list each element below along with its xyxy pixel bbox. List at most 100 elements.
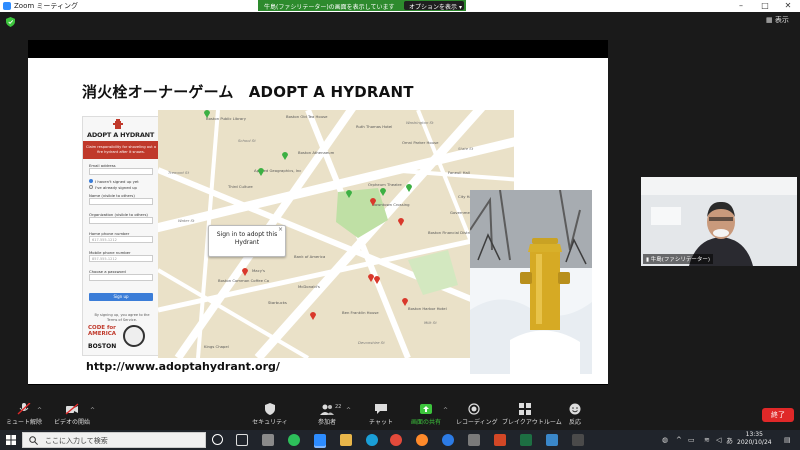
calculator-icon[interactable] [262,434,274,446]
hydrant-pin-adopted[interactable] [380,188,386,196]
notification-icon[interactable]: ▤ [784,436,791,444]
hydrant-pin-available[interactable] [370,198,376,206]
chevron-up-icon[interactable]: ^ [346,407,351,414]
radio-existing-user[interactable] [89,185,93,189]
map-label: Macy's [252,268,265,273]
hydrant-pin-adopted[interactable] [204,110,210,118]
app-icon[interactable] [572,434,584,446]
screen-share-banner: 牛島(ファシリテーター)の画面を表示しています オプションを表示 ▾ [258,0,466,11]
end-meeting-button[interactable]: 終了 [762,408,794,422]
view-options-button[interactable]: オプションを表示 ▾ [404,1,464,11]
taskbar-search[interactable]: ここに入力して検索 [22,432,206,448]
mobile-phone-field[interactable]: 857-555-1212 [89,255,153,262]
chevron-up-icon[interactable]: ^ [37,407,42,414]
chevron-up-icon[interactable]: ^ [443,407,448,414]
task-view-icon[interactable] [236,434,248,446]
map-label: Boston Financial District [428,230,474,235]
cortana-icon[interactable] [212,434,223,445]
ime-indicator[interactable]: あ [726,436,733,446]
password-field[interactable] [89,274,153,281]
network-icon[interactable]: ▭ [688,436,695,444]
map-label: Bank of America [294,254,326,259]
adopt-a-hydrant-logo: ADOPT A HYDRANT [87,131,155,139]
signal-icon: ▮ [646,257,650,263]
breakout-rooms-icon [519,403,531,415]
reactions-button[interactable]: 反応 [562,403,588,426]
person-icon[interactable]: ◍ [662,436,668,444]
hydrant-map[interactable]: Boston Public Library Boston Old Tea Hou… [158,110,522,358]
hydrant-pin-adopted[interactable] [406,184,412,192]
radio-new-user[interactable] [89,179,93,183]
windows-taskbar: ここに入力して検索 ◍ ^ ▭ ≋ ◁ あ 13:35 2020/10/24 ▤ [0,430,800,450]
edge-icon[interactable] [442,434,454,446]
code-for-america-logo: CODE for AMERICA [88,325,117,337]
map-label: Orpheum Theatre [368,182,402,187]
hydrant-illustration [470,190,592,374]
share-screen-icon [420,404,432,414]
home-phone-field[interactable]: 617-555-1212 [89,236,153,243]
chevron-up-icon[interactable]: ^ [90,407,95,414]
chat-app-icon[interactable] [288,434,300,446]
shield-icon[interactable] [6,17,15,27]
slide-url[interactable]: http://www.adoptahydrant.org/ [86,360,280,373]
clock-date: 2020/10/24 [737,439,772,446]
taskbar-clock[interactable]: 13:35 2020/10/24 [737,431,772,447]
file-explorer-icon[interactable] [340,434,352,446]
zoom-taskbar-icon[interactable] [314,434,326,446]
mail-icon[interactable] [546,434,558,446]
start-video-button[interactable]: ビデオの開始 [52,403,92,426]
organization-field[interactable] [89,217,153,224]
hydrant-pin-available[interactable] [242,268,248,276]
close-icon[interactable]: × [278,226,283,234]
windows-start-icon[interactable] [6,435,16,445]
hydrant-pin-adopted[interactable] [346,190,352,198]
share-screen-button[interactable]: 画面の共有 [408,403,444,426]
volume-icon[interactable]: ◁ [716,436,721,444]
media-player-icon[interactable] [468,434,480,446]
smiley-icon [569,403,581,415]
record-button[interactable]: レコーディング [456,403,498,426]
street-label: Devonshire St [358,340,385,345]
hydrant-pin-adopted[interactable] [258,168,264,176]
city-seal-icon [123,325,145,347]
name-field[interactable] [89,198,153,205]
chevron-up-icon[interactable]: ^ [676,436,682,444]
map-label: Boston Athenaeum [298,150,335,155]
firefox-icon[interactable] [416,434,428,446]
mute-label: ミュート解除 [5,419,42,426]
radio-new-user-label: I haven't signed up yet [95,179,139,184]
share-screen-label: 画面の共有 [410,419,441,426]
maximize-icon[interactable]: □ [754,0,776,12]
clock-time: 13:35 [745,431,763,438]
email-field[interactable] [89,168,153,175]
close-icon[interactable]: ✕ [777,0,799,12]
shield-icon [265,403,275,415]
tagline-box: Claim responsibility for shoveling out a… [83,141,159,159]
record-label: レコーディング [456,419,498,426]
chrome-icon[interactable] [390,434,402,446]
powerpoint-icon[interactable] [494,434,506,446]
signup-panel: ADOPT A HYDRANT Claim responsibility for… [82,116,160,356]
skype-icon[interactable] [366,434,378,446]
excel-icon[interactable] [520,434,532,446]
hydrant-pin-adopted[interactable] [282,152,288,160]
map-label: Boston Public Library [206,116,247,121]
map-label: Downtown Crossing [372,202,410,207]
hydrant-pin-available[interactable] [402,298,408,306]
map-label: Ruth Thomas Hotel [356,124,393,129]
participants-icon [320,404,334,415]
chat-button[interactable]: チャット [366,403,396,426]
signup-button[interactable]: Sign up [89,293,153,301]
hydrant-pin-available[interactable] [398,218,404,226]
security-button[interactable]: セキュリティ [252,403,288,426]
hydrant-pin-available[interactable] [310,312,316,320]
street-label: Tremont St [168,170,189,175]
breakout-rooms-button[interactable]: ブレイクアウトルーム [502,403,562,426]
minimize-icon[interactable]: – [730,0,752,12]
view-button[interactable]: ▦ 表示 [766,15,789,25]
hydrant-pin-available[interactable] [374,276,380,284]
participant-video[interactable]: ▮ 牛島(ファシリテーター) [641,177,797,266]
view-options-label: オプションを表示 [409,4,458,11]
wifi-icon[interactable]: ≋ [704,436,710,444]
street-label: State St [458,146,474,151]
